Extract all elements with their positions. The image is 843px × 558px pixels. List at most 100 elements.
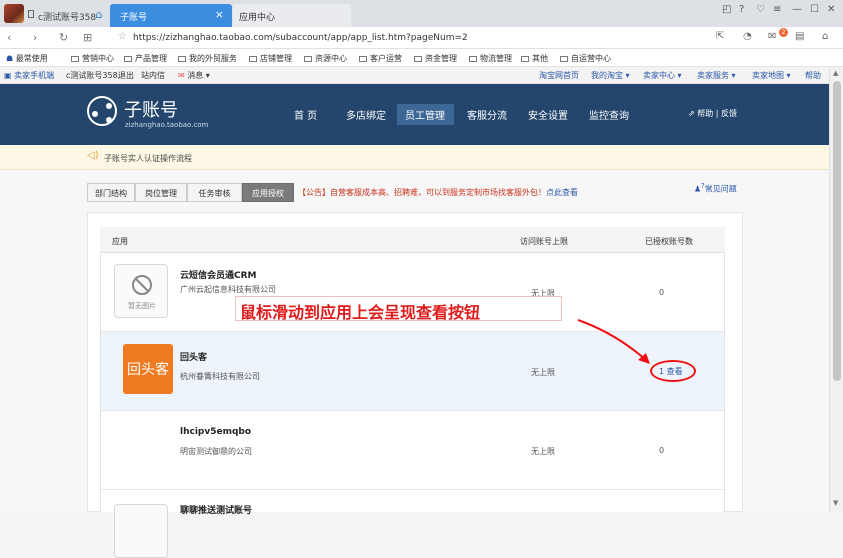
bookmark-item[interactable]: 店铺管理 [249,53,292,64]
scroll-up-icon: ▲ [833,69,839,77]
scroll-down-icon: ▼ [833,499,839,507]
bookmark-item[interactable]: 产品管理 [124,53,167,64]
mail-icon[interactable]: ✉ [768,31,776,42]
app-company: 广州云起信息科技有限公司 [180,285,276,294]
nav-monitor[interactable]: 监控查询 [589,107,629,122]
bookmark-star-icon[interactable]: ☆ [118,31,127,42]
external-link-icon: ⇗ [688,109,695,118]
annotation-text: 鼠标滑动到应用上会呈现查看按钮 [235,296,562,322]
bookmark-item[interactable]: 营销中心 [71,53,114,64]
bookmark-item[interactable]: 资源中心 [304,53,347,64]
seller-service-link[interactable]: 卖家服务 ▾ [697,70,736,81]
no-image-placeholder [114,504,168,558]
shield-icon[interactable]: ♡ [756,4,765,15]
app-name: 云短信会员通CRM [180,271,257,281]
refresh-icon[interactable]: ↻ [59,31,68,44]
username[interactable]: c测试账号358, [66,70,120,81]
bookmark-frequent[interactable]: ☗ 最常使用 [6,53,48,64]
reader-icon[interactable]: ▤ [795,31,804,42]
tab-subaccount[interactable]: 子账号 × [110,4,232,27]
my-taobao-link[interactable]: 我的淘宝 ▾ [591,70,630,81]
logout-link[interactable]: 退出 [118,70,134,81]
home-tab-icon[interactable]: ⌂ [89,4,109,27]
notification-badge: 2 [779,28,788,37]
bookmark-item[interactable]: 自运营中心 [560,53,611,64]
table-row[interactable]: lhcipv5emqbo 明宙测试御鼎的公司 无上限 0 [101,411,724,490]
nav-home[interactable]: 首 页 [294,107,317,122]
inbox-link[interactable]: 站内信 [141,70,165,81]
tab-app-auth[interactable]: 应用授权 [242,183,294,202]
close-tab-icon[interactable]: × [215,8,224,21]
folder-icon [71,56,79,62]
help-link[interactable]: 帮助 [805,70,821,81]
folder-icon [469,56,477,62]
seller-center-link[interactable]: 卖家中心 ▾ [643,70,682,81]
site-subtitle: zizhanghao.taobao.com [125,121,209,129]
huitouke-logo: 回头客 [123,344,173,394]
col-authorized: 已授权账号数 [645,237,693,246]
extension-icon[interactable]: ◔ [743,31,752,42]
taobao-home-link[interactable]: 淘宝网首页 [539,70,579,81]
apps-grid-icon[interactable]: ⊞ [83,31,92,44]
lock-icon[interactable]: ⌂ [822,31,828,42]
back-icon[interactable]: ‹ [7,31,11,44]
help-feedback-link[interactable]: ⇗ 帮助 | 反馈 [688,108,737,119]
folder-icon [560,56,568,62]
app-limit: 无上限 [531,447,555,456]
minimize-icon[interactable]: — [792,4,802,15]
menu-icon[interactable]: ≡ [773,4,781,15]
help-icon[interactable]: ? [739,4,744,15]
seller-mobile-link[interactable]: ▣ 卖家手机端 [4,70,54,81]
folder-icon [178,56,186,62]
nav-cs-routing[interactable]: 客服分流 [467,107,507,122]
seller-map-link[interactable]: 卖家地图 ▾ [752,70,791,81]
forward-icon[interactable]: › [33,31,37,44]
nav-staff[interactable]: 员工管理 [405,107,445,122]
bookmark-item[interactable]: 其他 [521,53,548,64]
url-input[interactable]: https://zizhanghao.taobao.com/subaccount… [133,33,468,43]
bookmark-item[interactable]: 我的外贸服务 [178,53,237,64]
bookmark-item[interactable]: 客户运营 [359,53,402,64]
announcement-link[interactable]: 点此查看 [546,188,578,197]
tab-department[interactable]: 部门结构 [87,183,135,202]
subaccount-logo-icon[interactable] [87,96,117,126]
message-link[interactable]: ✉ 消息 ▾ [178,70,210,81]
bookmark-item[interactable]: 物流管理 [469,53,512,64]
faq-link[interactable]: ♟?常见问题 [694,182,737,195]
app-name: lhcipv5emqbo [180,427,252,437]
folder-icon [304,56,312,62]
site-title[interactable]: 子账号 [124,96,178,122]
address-bar: ‹ › ↻ ⊞ ☆ https://zizhanghao.taobao.com/… [0,27,843,49]
profile-avatar[interactable] [4,4,24,23]
tab-label: 应用中心 [239,13,276,23]
app-company: 明宙测试御鼎的公司 [180,447,252,456]
col-limit: 访问账号上限 [520,237,568,246]
app-company: 杭州眷簀科技有限公司 [180,372,260,381]
col-app: 应用 [112,237,128,246]
folder-icon [249,56,257,62]
share-icon[interactable]: ⇱ [716,31,724,42]
tab-position[interactable]: 岗位管理 [135,183,187,202]
page-scrollbar[interactable]: ▲ ▼ [829,67,843,512]
table-row-hover[interactable]: 回头客 回头客 杭州眷簀科技有限公司 无上限 [101,332,724,411]
view-button[interactable]: 1 查看 [659,366,683,377]
notice-strip: ◁) 子账号实人认证操作流程 [0,145,829,170]
app-limit: 无上限 [531,368,555,377]
tab-account[interactable]: c测试账号358 [28,4,96,27]
skin-icon[interactable]: ◰ [722,4,731,15]
notice-link[interactable]: 子账号实人认证操作流程 [104,153,192,164]
tab-task-review[interactable]: 任务审核 [187,183,242,202]
taobao-top-bar: ▣ 卖家手机端 c测试账号358, 退出 站内信 ✉ 消息 ▾ 淘宝网首页 我的… [0,67,829,84]
nav-security[interactable]: 安全设置 [528,107,568,122]
tab-label: 子账号 [120,13,148,23]
tab-app-center[interactable]: 应用中心 [233,4,351,27]
close-window-icon[interactable]: ✕ [827,4,835,15]
site-header: 子账号 zizhanghao.taobao.com 首 页 多店绑定 员工管理 … [0,84,829,145]
folder-icon [414,56,422,62]
scroll-thumb[interactable] [833,81,841,381]
table-row[interactable]: 聊聊推送测试账号 [101,490,724,558]
maximize-icon[interactable]: ☐ [810,4,819,15]
nav-multistore[interactable]: 多店绑定 [346,107,386,122]
page-icon [28,10,34,18]
bookmark-item[interactable]: 资金管理 [414,53,457,64]
